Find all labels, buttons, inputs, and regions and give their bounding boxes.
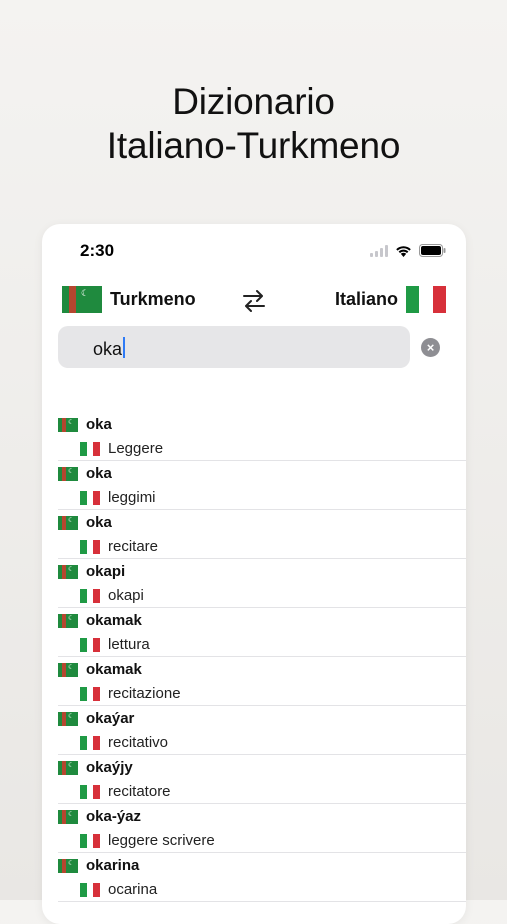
italy-flag-icon (80, 539, 100, 554)
phone-screen: 2:30 ☾ Turkmeno Italiano oka × ☾ oka Leg… (42, 224, 466, 924)
results-list: ☾ oka Leggere ☾ oka leggimi ☾ oka recitare ☾ okapi… (42, 412, 466, 902)
status-icons (370, 244, 446, 257)
turkmenistan-flag-icon: ☾ (58, 515, 78, 530)
result-word: oka-ýaz (86, 808, 142, 825)
turkmenistan-flag-icon: ☾ (58, 662, 78, 677)
turkmenistan-flag-icon: ☾ (58, 858, 78, 873)
swap-arrows-icon[interactable] (240, 287, 268, 315)
result-translation-text: Leggere (108, 440, 164, 457)
result-row[interactable]: ☾ okarina ocarina (58, 853, 466, 902)
result-source: ☾ oka-ýaz (58, 808, 141, 825)
result-word: oka (86, 514, 112, 531)
result-translation-text: recitare (108, 538, 159, 555)
language-bar: ☾ Turkmeno Italiano (42, 284, 466, 318)
result-word: okamak (86, 661, 142, 678)
result-word: okapi (86, 563, 126, 580)
headline-line-1: Dizionario (172, 81, 335, 122)
result-source: ☾ okapi (58, 563, 125, 580)
result-translation-text: lettura (108, 636, 150, 653)
turkmenistan-flag-icon: ☾ (58, 466, 78, 481)
result-translation-text: recitativo (108, 734, 169, 751)
result-translation: ocarina (80, 881, 157, 898)
result-translation-text: recitatore (108, 783, 171, 800)
result-translation-text: okapi (108, 587, 144, 604)
result-translation: okapi (80, 587, 144, 604)
result-translation: recitativo (80, 734, 168, 751)
result-translation-text: ocarina (108, 881, 158, 898)
italy-flag-icon (80, 735, 100, 750)
result-translation: recitazione (80, 685, 181, 702)
result-source: ☾ okaýar (58, 710, 134, 727)
text-caret (123, 337, 126, 358)
result-row[interactable]: ☾ okaýar recitativo (58, 706, 466, 755)
result-source: ☾ okarina (58, 857, 139, 874)
search-field[interactable]: oka (58, 326, 410, 368)
result-row[interactable]: ☾ okapi okapi (58, 559, 466, 608)
turkmenistan-flag-icon: ☾ (58, 564, 78, 579)
result-word: oka (86, 465, 112, 482)
result-translation: leggimi (80, 489, 156, 506)
source-language-label: Turkmeno (110, 289, 196, 309)
result-source: ☾ oka (58, 514, 112, 531)
result-row[interactable]: ☾ okamak recitazione (58, 657, 466, 706)
result-word: oka (86, 416, 112, 433)
italy-flag-icon (406, 286, 446, 313)
result-translation: lettura (80, 636, 150, 653)
battery-icon (419, 244, 446, 257)
search-input[interactable]: oka (93, 337, 126, 360)
app-headline: Dizionario Italiano-Turkmeno (0, 80, 507, 168)
italy-flag-icon (80, 441, 100, 456)
clear-search-icon[interactable]: × (421, 338, 440, 357)
result-translation-text: leggere scrivere (108, 832, 215, 849)
italy-flag-icon (80, 833, 100, 848)
turkmenistan-flag-icon: ☾ (58, 711, 78, 726)
signal-icon (370, 244, 388, 257)
result-row[interactable]: ☾ okaýjy recitatore (58, 755, 466, 804)
italy-flag-icon (80, 784, 100, 799)
result-source: ☾ oka (58, 416, 112, 433)
italy-flag-icon (80, 882, 100, 897)
source-language-selector[interactable]: ☾ Turkmeno (62, 286, 196, 313)
result-word: okaýjy (86, 759, 133, 776)
result-row[interactable]: ☾ oka leggimi (58, 461, 466, 510)
result-translation-text: leggimi (108, 489, 156, 506)
wifi-icon (396, 245, 411, 257)
italy-flag-icon (80, 686, 100, 701)
turkmenistan-flag-icon: ☾ (58, 760, 78, 775)
result-translation: Leggere (80, 440, 163, 457)
result-translation: recitatore (80, 783, 171, 800)
italy-flag-icon (80, 637, 100, 652)
target-language-label: Italiano (334, 289, 398, 309)
result-row[interactable]: ☾ oka recitare (58, 510, 466, 559)
turkmenistan-flag-icon: ☾ (62, 286, 102, 313)
result-translation-text: recitazione (108, 685, 181, 702)
target-language-selector[interactable]: Italiano (335, 286, 446, 313)
turkmenistan-flag-icon: ☾ (58, 809, 78, 824)
result-word: okarina (86, 857, 140, 874)
result-row[interactable]: ☾ oka-ýaz leggere scrivere (58, 804, 466, 853)
turkmenistan-flag-icon: ☾ (58, 613, 78, 628)
result-source: ☾ okamak (58, 612, 142, 629)
result-translation: leggere scrivere (80, 832, 215, 849)
italy-flag-icon (80, 490, 100, 505)
result-source: ☾ okamak (58, 661, 142, 678)
result-row[interactable]: ☾ okamak lettura (58, 608, 466, 657)
status-time: 2:30 (80, 241, 115, 260)
headline-line-2: Italiano-Turkmeno (106, 125, 401, 166)
result-word: okamak (86, 612, 142, 629)
result-word: okaýar (86, 710, 135, 727)
turkmenistan-flag-icon: ☾ (58, 417, 78, 432)
result-source: ☾ okaýjy (58, 759, 133, 776)
result-source: ☾ oka (58, 465, 112, 482)
result-row[interactable]: ☾ oka Leggere (58, 412, 466, 461)
status-bar: 2:30 (42, 224, 466, 276)
italy-flag-icon (80, 588, 100, 603)
result-translation: recitare (80, 538, 158, 555)
